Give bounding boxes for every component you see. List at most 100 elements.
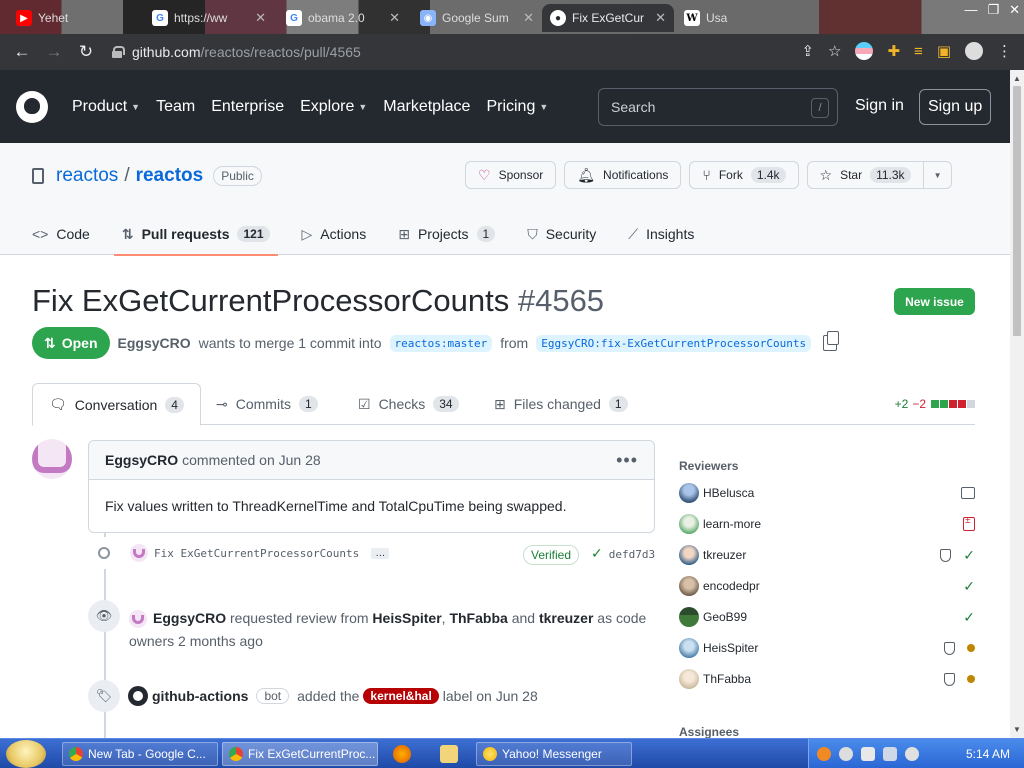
sidepanel-icon[interactable]: ▣ <box>937 42 951 60</box>
browser-menu-icon[interactable]: ⋮ <box>997 42 1012 60</box>
star-dropdown-button[interactable]: ▼ <box>923 161 953 189</box>
commit-sha-link[interactable]: defd7d3 <box>609 548 655 561</box>
nav-team[interactable]: Team <box>156 98 195 116</box>
new-issue-button[interactable]: New issue <box>894 288 975 315</box>
repo-name-link[interactable]: reactos <box>136 165 204 187</box>
browser-tab-6[interactable]: W Usa <box>676 4 806 32</box>
comment-timestamp[interactable]: commented on Jun 28 <box>182 452 321 468</box>
browser-tab-3[interactable]: G obama 2.0 ✕ <box>278 4 408 32</box>
extension-flag-icon[interactable] <box>855 42 874 60</box>
tab-actions[interactable]: ▷ Actions <box>294 213 375 255</box>
tab-files-changed[interactable]: ⊞ Files changed 1 <box>478 383 644 425</box>
avatar[interactable] <box>679 638 699 658</box>
sign-up-button[interactable]: Sign up <box>919 89 992 125</box>
pr-author-link[interactable]: EggsyCRO <box>118 335 191 351</box>
event-timestamp[interactable]: label on Jun 28 <box>443 688 538 704</box>
avatar[interactable] <box>679 514 699 534</box>
taskbar-item[interactable]: New Tab - Google C... <box>62 742 218 766</box>
tab-code[interactable]: <> Code <box>24 213 98 255</box>
reviewer-name[interactable]: GeoB99 <box>703 610 747 624</box>
page-scrollbar[interactable]: ▲ ▼ <box>1010 70 1024 738</box>
avatar[interactable] <box>679 576 699 596</box>
nav-product[interactable]: Product ▼ <box>72 98 140 116</box>
reviewer-link[interactable]: tkreuzer <box>539 610 593 626</box>
reviewer-link[interactable]: HeisSpiter <box>372 610 441 626</box>
avatar[interactable] <box>679 545 699 565</box>
browser-tab-4[interactable]: ◉ Google Sum ✕ <box>412 4 542 32</box>
address-bar[interactable]: github.com/reactos/reactos/pull/4565 <box>112 39 820 65</box>
bookmark-star-icon[interactable]: ☆ <box>828 42 841 60</box>
tray-app-icon[interactable] <box>839 747 853 761</box>
reviewer-name[interactable]: HBelusca <box>703 486 754 500</box>
reviewer-name[interactable]: tkreuzer <box>703 548 746 562</box>
clock[interactable]: 5:14 AM <box>966 747 1010 761</box>
expand-commit-button[interactable]: … <box>371 547 390 559</box>
avatar[interactable] <box>32 439 72 479</box>
nav-enterprise[interactable]: Enterprise <box>211 98 284 116</box>
label-badge[interactable]: kernel&hal <box>363 688 439 704</box>
tab-pull-requests[interactable]: ⇅ Pull requests 121 <box>113 213 278 256</box>
lock-icon[interactable] <box>112 46 125 58</box>
avatar[interactable] <box>679 669 699 689</box>
browser-tab-2[interactable]: G https://ww ✕ <box>144 4 274 32</box>
folder-icon[interactable] <box>440 745 458 763</box>
taskbar-item[interactable]: Fix ExGetCurrentProc... <box>222 742 378 766</box>
firefox-icon[interactable] <box>393 745 411 763</box>
reviewer-name[interactable]: ThFabba <box>703 672 751 686</box>
scroll-down-icon[interactable]: ▼ <box>1013 725 1021 734</box>
base-branch[interactable]: reactos:master <box>389 334 493 352</box>
reviewer-link[interactable]: ThFabba <box>449 610 507 626</box>
actor-link[interactable]: EggsyCRO <box>153 610 226 626</box>
tab-projects[interactable]: ⊞ Projects 1 <box>390 213 503 255</box>
sponsor-button[interactable]: ♡ Sponsor <box>465 161 557 189</box>
reviewer-name[interactable]: learn-more <box>703 517 761 531</box>
browser-tab-active[interactable]: ● Fix ExGetCur ✕ <box>542 4 674 32</box>
avatar[interactable] <box>679 483 699 503</box>
profile-avatar-icon[interactable] <box>965 42 983 60</box>
avatar[interactable] <box>128 686 148 706</box>
reload-icon[interactable]: ↻ <box>70 42 102 62</box>
search-icon[interactable] <box>817 747 831 761</box>
share-icon[interactable]: ⇪ <box>801 42 814 60</box>
puzzle-extension-icon[interactable]: ✚ <box>887 42 900 60</box>
browser-tab-1[interactable]: ▶ Yehet <box>8 4 138 32</box>
avatar[interactable] <box>130 544 148 562</box>
close-window-icon[interactable]: ✕ <box>1009 2 1020 18</box>
check-icon[interactable]: ✓ <box>591 546 603 562</box>
repo-owner-link[interactable]: reactos <box>56 165 118 187</box>
volume-icon[interactable] <box>905 747 919 761</box>
close-tab-icon[interactable]: ✕ <box>523 10 534 26</box>
copy-icon[interactable] <box>823 331 840 351</box>
star-button[interactable]: ☆ Star 11.3k <box>806 161 924 189</box>
fork-button[interactable]: ⑂ Fork 1.4k <box>689 161 799 189</box>
verified-badge[interactable]: Verified <box>523 545 580 565</box>
more-options-icon[interactable]: ••• <box>616 450 638 471</box>
close-tab-icon[interactable]: ✕ <box>655 10 666 26</box>
notifications-button[interactable]: 🔔︎ Notifications <box>564 161 682 189</box>
close-tab-icon[interactable]: ✕ <box>389 10 400 26</box>
reviewer-name[interactable]: HeisSpiter <box>703 641 758 655</box>
back-arrow-icon[interactable]: ← <box>6 42 38 62</box>
tab-checks[interactable]: ☑ Checks 34 <box>342 383 475 425</box>
tab-security[interactable]: ⛉ Security <box>519 213 604 255</box>
reviewer-name[interactable]: encodedpr <box>703 579 760 593</box>
scroll-up-icon[interactable]: ▲ <box>1013 74 1021 83</box>
scrollbar-thumb[interactable] <box>1013 86 1021 336</box>
commit-message-link[interactable]: Fix ExGetCurrentProcessorCounts <box>154 547 359 560</box>
network-icon[interactable] <box>861 747 875 761</box>
github-logo-icon[interactable] <box>16 90 48 123</box>
event-timestamp[interactable]: owners 2 months ago <box>129 633 263 649</box>
nav-marketplace[interactable]: Marketplace <box>383 98 470 116</box>
minimize-icon[interactable]: — <box>964 2 977 18</box>
comment-author-link[interactable]: EggsyCRO <box>105 452 178 468</box>
tab-insights[interactable]: ⟋ Insights <box>620 213 702 255</box>
sign-in-link[interactable]: Sign in <box>855 97 904 115</box>
nav-explore[interactable]: Explore ▼ <box>300 98 367 116</box>
tab-commits[interactable]: ⊸ Commits 1 <box>200 383 334 425</box>
head-branch[interactable]: EggsyCRO:fix-ExGetCurrentProcessorCounts <box>536 334 812 352</box>
tab-conversation[interactable]: 🗨︎ Conversation 4 <box>32 383 201 426</box>
avatar[interactable] <box>129 610 147 629</box>
actor-link[interactable]: github-actions <box>152 688 248 704</box>
start-button[interactable] <box>6 740 46 768</box>
maximize-icon[interactable]: ❐ <box>987 2 999 18</box>
